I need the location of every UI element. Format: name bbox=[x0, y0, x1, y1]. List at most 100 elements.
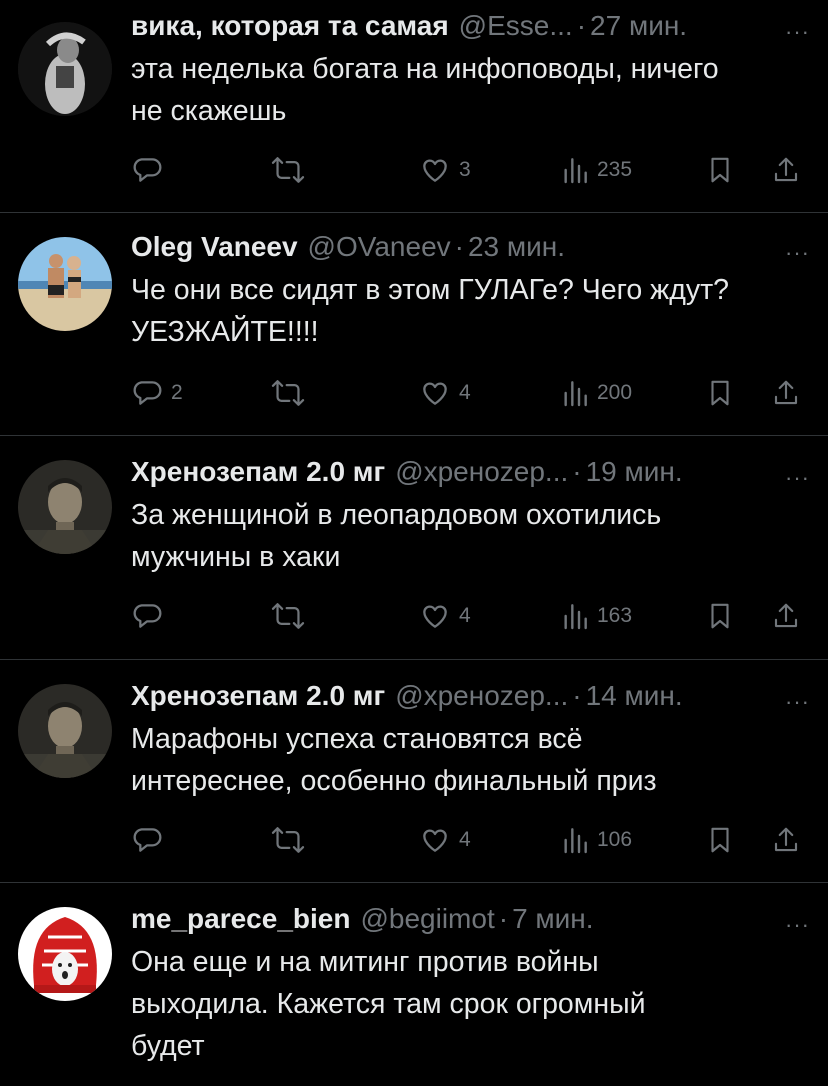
views-button[interactable]: 163 bbox=[561, 598, 632, 634]
views-icon bbox=[564, 828, 587, 854]
tweet-text: Она еще и на митинг против войны выходил… bbox=[131, 941, 810, 1067]
bookmark-icon bbox=[711, 157, 729, 183]
dot-separator: · bbox=[454, 231, 464, 262]
tweet[interactable]: Хренозепам 2.0 мг @хренozep... · 19 мин.… bbox=[0, 436, 828, 660]
tweet-header: Oleg Vaneev @OVaneev · 23 мин. bbox=[131, 229, 810, 265]
bookmark-button[interactable] bbox=[705, 375, 735, 411]
more-icon[interactable]: ··· bbox=[785, 691, 810, 713]
avatar[interactable] bbox=[18, 22, 112, 116]
author-name[interactable]: Oleg Vaneev bbox=[131, 229, 298, 265]
tweet-text-line: УЕЗЖАЙТЕ!!!! bbox=[131, 316, 319, 348]
more-icon[interactable]: ··· bbox=[785, 21, 810, 43]
share-button[interactable] bbox=[771, 375, 801, 411]
author-name[interactable]: вика, которая та самая bbox=[131, 8, 449, 44]
tweet-header: вика, которая та самая @Esse... · 27 мин… bbox=[131, 8, 810, 44]
reply-button[interactable] bbox=[131, 822, 163, 858]
tweet-text-line: выходила. Кажется там срок огромный bbox=[131, 988, 646, 1020]
author-handle[interactable]: @хренozep... bbox=[395, 454, 568, 490]
reply-button[interactable] bbox=[131, 598, 163, 634]
dot-separator: · bbox=[572, 680, 582, 711]
bookmark-button[interactable] bbox=[705, 152, 735, 188]
views-count: 163 bbox=[597, 604, 633, 627]
views-icon bbox=[564, 604, 587, 630]
like-count: 4 bbox=[459, 381, 471, 404]
views-button[interactable]: 235 bbox=[561, 152, 632, 188]
tweet[interactable]: Oleg Vaneev @OVaneev · 23 мин. Че они вс… bbox=[0, 213, 828, 436]
retweet-button[interactable] bbox=[271, 152, 305, 188]
tweet-text-line: не скажешь bbox=[131, 95, 287, 127]
like-button[interactable]: 4 bbox=[419, 598, 471, 634]
views-icon bbox=[564, 381, 587, 407]
dot-separator: · bbox=[498, 903, 509, 934]
views-button[interactable]: 200 bbox=[561, 375, 632, 411]
tweet-text: Че они все сидят в этом ГУЛАГе? Чего жду… bbox=[131, 269, 810, 353]
tweet-text-line: мужчины в хаки bbox=[131, 541, 341, 573]
author-handle[interactable]: @OVaneev bbox=[308, 229, 451, 265]
bookmark-icon bbox=[711, 827, 729, 853]
tweet-text-line: интереснее, особенно финальный приз bbox=[131, 765, 657, 797]
tweet-text: За женщиной в леопардовом охотились мужч… bbox=[131, 494, 810, 578]
action-bar: 4 163 bbox=[131, 598, 810, 634]
like-button[interactable]: 4 bbox=[419, 822, 471, 858]
timestamp[interactable]: 23 мин. bbox=[468, 229, 565, 265]
more-icon[interactable]: ··· bbox=[785, 467, 810, 489]
retweet-button[interactable] bbox=[271, 822, 305, 858]
author-name[interactable]: Хренозепам 2.0 мг bbox=[131, 454, 385, 490]
bookmark-button[interactable] bbox=[705, 822, 735, 858]
author-handle[interactable]: @Esse... bbox=[459, 8, 573, 44]
avatar[interactable] bbox=[18, 460, 112, 554]
views-button[interactable]: 106 bbox=[561, 822, 632, 858]
retweet-icon bbox=[271, 157, 305, 183]
like-count: 4 bbox=[459, 828, 471, 851]
views-count: 106 bbox=[597, 828, 633, 851]
share-icon bbox=[774, 157, 798, 182]
reply-icon bbox=[133, 828, 162, 852]
retweet-icon bbox=[271, 603, 305, 629]
share-button[interactable] bbox=[771, 822, 801, 858]
tweet[interactable]: вика, которая та самая @Esse... · 27 мин… bbox=[0, 0, 828, 213]
retweet-icon bbox=[271, 827, 305, 853]
author-name[interactable]: me_parece_bien bbox=[131, 901, 350, 937]
tweet-text: эта неделька богата на инфоповоды, ничег… bbox=[131, 48, 810, 132]
timestamp[interactable]: 14 мин. bbox=[586, 678, 683, 714]
retweet-button[interactable] bbox=[271, 598, 305, 634]
share-button[interactable] bbox=[771, 598, 801, 634]
author-handle[interactable]: @begiimot bbox=[360, 901, 494, 937]
tweet[interactable]: me_parece_bien @begiimot · 7 мин. Она ещ… bbox=[0, 883, 828, 1086]
bookmark-button[interactable] bbox=[705, 598, 735, 634]
reply-button[interactable]: 2 bbox=[131, 375, 183, 411]
author-handle[interactable]: @хренozep... bbox=[395, 678, 568, 714]
more-icon[interactable]: ··· bbox=[785, 914, 810, 936]
tweet-header: me_parece_bien @begiimot · 7 мин. bbox=[131, 901, 810, 937]
dot-separator: · bbox=[576, 10, 587, 41]
timestamp[interactable]: 27 мин. bbox=[590, 8, 687, 44]
reply-icon bbox=[133, 381, 162, 405]
tweet-text-line: Че они все сидят в этом ГУЛАГе? Чего жду… bbox=[131, 274, 729, 306]
avatar[interactable] bbox=[18, 684, 112, 778]
share-button[interactable] bbox=[771, 152, 801, 188]
like-icon bbox=[423, 159, 447, 182]
avatar[interactable] bbox=[18, 907, 112, 1001]
tweet[interactable]: Хренозепам 2.0 мг @хренozep... · 14 мин.… bbox=[0, 660, 828, 883]
reply-icon bbox=[133, 158, 162, 182]
tweet-header: Хренозепам 2.0 мг @хренozep... · 14 мин. bbox=[131, 678, 810, 714]
reply-button[interactable] bbox=[131, 152, 163, 188]
reply-count: 2 bbox=[171, 381, 183, 404]
avatar[interactable] bbox=[18, 237, 112, 331]
retweet-button[interactable] bbox=[271, 375, 305, 411]
retweet-icon bbox=[271, 380, 305, 406]
more-icon[interactable]: ··· bbox=[785, 242, 810, 264]
like-button[interactable]: 4 bbox=[419, 375, 471, 411]
dot-separator: · bbox=[572, 456, 582, 487]
tweet-header: Хренозепам 2.0 мг @хренozep... · 19 мин. bbox=[131, 454, 810, 490]
author-name[interactable]: Хренозепам 2.0 мг bbox=[131, 678, 385, 714]
tweet-text-line: Марафоны успеха становятся всё bbox=[131, 723, 583, 755]
share-icon bbox=[774, 380, 798, 405]
like-button[interactable]: 3 bbox=[419, 152, 471, 188]
share-icon bbox=[774, 603, 798, 628]
reply-icon bbox=[133, 604, 162, 628]
share-icon bbox=[774, 827, 798, 852]
timestamp[interactable]: 7 мин. bbox=[512, 901, 593, 937]
bookmark-icon bbox=[711, 603, 729, 629]
timestamp[interactable]: 19 мин. bbox=[586, 454, 683, 490]
